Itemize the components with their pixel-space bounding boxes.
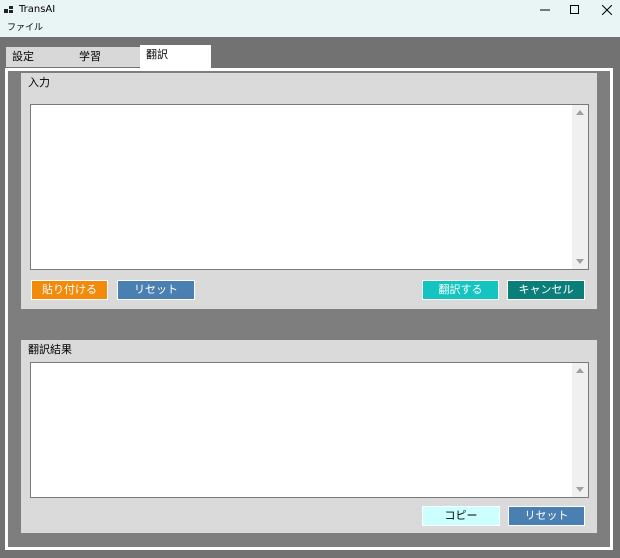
result-panel-title: 翻訳結果 [28,343,72,356]
result-text[interactable] [31,363,572,497]
tab-translate-label: 翻訳 [146,48,168,61]
title-bar: TransAI [0,0,620,20]
input-panel: 入力 貼り付ける リセット 翻訳する キャンセル [21,73,597,309]
app-icon [4,6,13,13]
scroll-down-icon[interactable] [576,259,584,264]
scroll-down-icon[interactable] [576,487,584,492]
result-scrollbar[interactable] [572,363,588,497]
tab-settings[interactable]: 設定 [6,47,73,67]
tab-page-translate: 入力 貼り付ける リセット 翻訳する キャンセル 翻訳結果 コピー リセット [5,68,613,550]
input-reset-button[interactable]: リセット [117,280,195,300]
translate-button[interactable]: 翻訳する [422,280,499,300]
maximize-icon [570,5,579,14]
result-panel: 翻訳結果 コピー リセット [21,340,597,533]
input-panel-title: 入力 [28,76,50,89]
result-textbox[interactable] [30,362,589,498]
menu-file[interactable]: ファイル [7,22,43,35]
tab-learning[interactable]: 学習 [73,47,140,67]
maximize-button[interactable] [560,0,590,20]
minimize-icon [540,9,550,11]
input-text[interactable] [31,105,572,269]
close-button[interactable] [592,0,620,20]
window-title: TransAI [19,4,56,15]
input-scrollbar[interactable] [572,105,588,269]
result-reset-button[interactable]: リセット [508,506,585,526]
close-icon [602,5,612,15]
minimize-button[interactable] [530,0,560,20]
paste-button[interactable]: 貼り付ける [31,280,108,300]
menu-bar: ファイル [0,20,620,37]
cancel-button[interactable]: キャンセル [507,280,585,300]
tab-translate[interactable]: 翻訳 [140,45,211,69]
tab-learning-label: 学習 [79,50,101,63]
copy-button[interactable]: コピー [422,506,500,526]
main-content: 設定 学習 入力 貼り付ける リセット 翻訳する キャンセル 翻訳結果 コピー … [0,37,620,558]
app-window: TransAI ファイル 設定 学習 入力 貼り付ける リセット 翻訳する キャ… [0,0,620,558]
tab-settings-label: 設定 [12,50,34,63]
scroll-up-icon[interactable] [576,368,584,373]
scroll-up-icon[interactable] [576,110,584,115]
input-textbox[interactable] [30,104,589,270]
